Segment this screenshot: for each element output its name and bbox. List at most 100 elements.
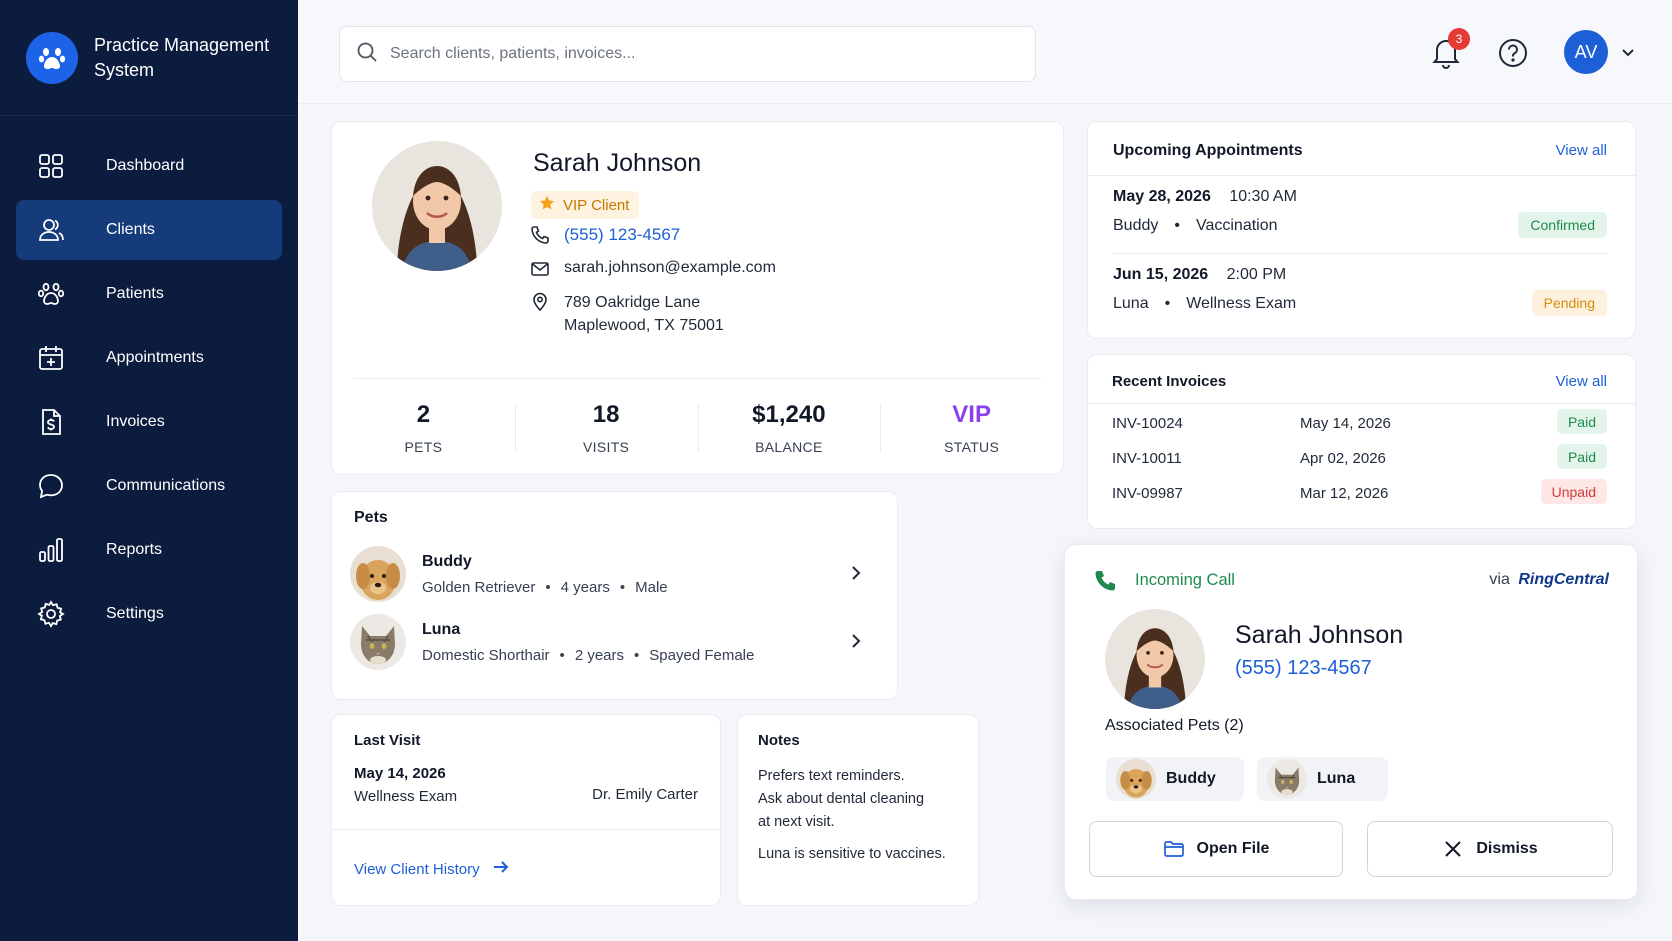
associated-pet-chip-luna[interactable]: Luna — [1257, 757, 1388, 801]
sidebar-item-label: Patients — [106, 285, 164, 302]
pet-chip-label: Luna — [1317, 770, 1356, 787]
sidebar-item-label: Reports — [106, 541, 163, 558]
note-line: Prefers text reminders. — [758, 768, 905, 784]
client-profile-card: Sarah Johnson VIP Client (555) 123-4567 … — [331, 121, 1064, 475]
stat-value: 18 — [592, 401, 620, 428]
stat-label: PETS — [404, 439, 443, 455]
associated-pet-chip-buddy[interactable]: Buddy — [1106, 757, 1244, 801]
search-box[interactable] — [339, 26, 1036, 82]
gear-icon — [36, 599, 66, 629]
caller-photo — [1105, 609, 1205, 709]
sidebar-item-label: Communications — [106, 477, 226, 494]
cat-avatar — [350, 614, 406, 670]
notes-card: Notes Prefers text reminders. Ask about … — [737, 714, 979, 906]
caller-name: Sarah Johnson — [1235, 621, 1404, 649]
pet-breed: Golden Retriever — [422, 578, 536, 596]
status-badge: Paid — [1556, 444, 1607, 469]
phone-call-icon — [1093, 569, 1117, 598]
sidebar-item-settings[interactable]: Settings — [16, 584, 282, 644]
status-badge: Paid — [1556, 409, 1607, 434]
dismiss-label: Dismiss — [1476, 840, 1538, 857]
appointment-row[interactable]: May 28, 2026 10:30 AM Buddy • Vaccination … — [1088, 176, 1635, 256]
call-provider: via RingCentral — [1489, 571, 1609, 589]
open-file-button[interactable]: Open File — [1089, 821, 1343, 877]
pet-sex: Spayed Female — [649, 646, 755, 664]
dog-avatar — [1116, 759, 1156, 799]
invoice-row[interactable]: INV-10024 May 14, 2026 Paid — [1088, 405, 1635, 439]
status-badge: Confirmed — [1518, 212, 1607, 238]
pets-title: Pets — [354, 509, 388, 526]
stat-label: STATUS — [944, 439, 1000, 455]
client-email[interactable]: sarah.johnson@example.com — [564, 259, 776, 277]
star-icon — [539, 195, 555, 215]
invoices-title: Recent Invoices — [1112, 373, 1227, 390]
invoice-dollar-icon — [36, 407, 66, 437]
stat-label: BALANCE — [755, 439, 823, 455]
client-stats: 2 PETS 18 VISITS $1,240 BALANCE VIP STAT… — [332, 388, 1063, 468]
client-email-row[interactable]: sarah.johnson@example.com — [530, 259, 776, 281]
invoice-row[interactable]: INV-09987 Mar 12, 2026 Unpaid — [1088, 475, 1635, 509]
app-title: Practice Management System — [94, 34, 270, 80]
stat-balance: $1,240 BALANCE — [697, 388, 881, 468]
sidebar-item-patients[interactable]: Patients — [16, 264, 282, 324]
dashboard-grid-icon — [36, 151, 66, 181]
user-avatar[interactable]: AV — [1564, 30, 1608, 74]
pet-age: 2 years — [574, 646, 625, 664]
upcoming-appointments-card: Upcoming Appointments View all May 28, 2… — [1087, 121, 1636, 339]
appointment-pet: Luna — [1113, 295, 1149, 312]
invoice-date: Apr 02, 2026 — [1300, 450, 1386, 467]
pet-age: 4 years — [560, 578, 610, 596]
sidebar-item-appointments[interactable]: Appointments — [16, 328, 282, 388]
ringcentral-logo: RingCentral — [1518, 571, 1609, 588]
pet-row-luna[interactable]: Luna Domestic Shorthair • 2 years • Spayed F… — [350, 612, 880, 672]
invoice-date: May 14, 2026 — [1300, 415, 1391, 432]
appointments-view-all-link[interactable]: View all — [1556, 142, 1607, 159]
divider — [332, 829, 720, 830]
view-client-history-label[interactable]: View Client History — [354, 861, 480, 878]
client-name: Sarah Johnson — [533, 149, 702, 177]
caller-phone[interactable]: (555) 123-4567 — [1235, 657, 1372, 680]
close-icon — [1442, 838, 1464, 860]
sidebar: Practice Management System Dashboard Cli… — [0, 0, 298, 941]
paw-logo-icon — [26, 31, 78, 84]
sidebar-item-communications[interactable]: Communications — [16, 456, 282, 516]
dismiss-button[interactable]: Dismiss — [1367, 821, 1613, 877]
invoices-view-all-link[interactable]: View all — [1556, 373, 1607, 390]
invoice-id: INV-10011 — [1112, 450, 1182, 467]
sidebar-item-reports[interactable]: Reports — [16, 520, 282, 580]
stat-label: VISITS — [583, 439, 630, 455]
sidebar-item-dashboard[interactable]: Dashboard — [16, 136, 282, 196]
last-visit-date: May 14, 2026 — [354, 765, 446, 782]
search-input[interactable] — [390, 45, 990, 63]
arrow-right-icon — [492, 858, 510, 881]
view-client-history-link[interactable]: View Client History — [354, 858, 510, 881]
dog-avatar — [350, 546, 406, 602]
pet-name: Buddy — [422, 552, 472, 570]
pet-chip-label: Buddy — [1166, 770, 1216, 787]
appointment-time: 2:00 PM — [1226, 266, 1287, 283]
calendar-plus-icon — [36, 343, 66, 373]
divider — [354, 378, 1041, 379]
appointment-row[interactable]: Jun 15, 2026 2:00 PM Luna • Wellness Exam … — [1088, 254, 1635, 334]
sidebar-item-invoices[interactable]: Invoices — [16, 392, 282, 452]
help-icon[interactable] — [1498, 38, 1528, 68]
client-photo — [372, 141, 502, 271]
stat-value: VIP — [952, 401, 991, 428]
invoice-row[interactable]: INV-10011 Apr 02, 2026 Paid — [1088, 440, 1635, 474]
sidebar-item-label: Settings — [106, 605, 164, 622]
sidebar-item-clients[interactable]: Clients — [16, 200, 282, 260]
recent-invoices-card: Recent Invoices View all INV-10024 May 1… — [1087, 354, 1636, 529]
incoming-call-title: Incoming Call — [1135, 571, 1235, 589]
note-line: Luna is sensitive to vaccines. — [758, 846, 946, 862]
client-phone-row[interactable]: (555) 123-4567 — [530, 225, 680, 247]
pet-sex: Male — [635, 578, 668, 596]
notes-title: Notes — [758, 732, 800, 749]
client-phone[interactable]: (555) 123-4567 — [564, 225, 680, 245]
sidebar-item-label: Clients — [106, 221, 155, 238]
status-badge: Unpaid — [1540, 479, 1607, 504]
appointment-pet: Buddy — [1113, 217, 1159, 234]
chevron-down-icon[interactable] — [1620, 44, 1636, 60]
cat-avatar — [1267, 759, 1307, 799]
last-visit-card: Last Visit May 14, 2026 Wellness Exam Dr… — [331, 714, 721, 906]
pet-row-buddy[interactable]: Buddy Golden Retriever • 4 years • Male — [350, 544, 880, 604]
